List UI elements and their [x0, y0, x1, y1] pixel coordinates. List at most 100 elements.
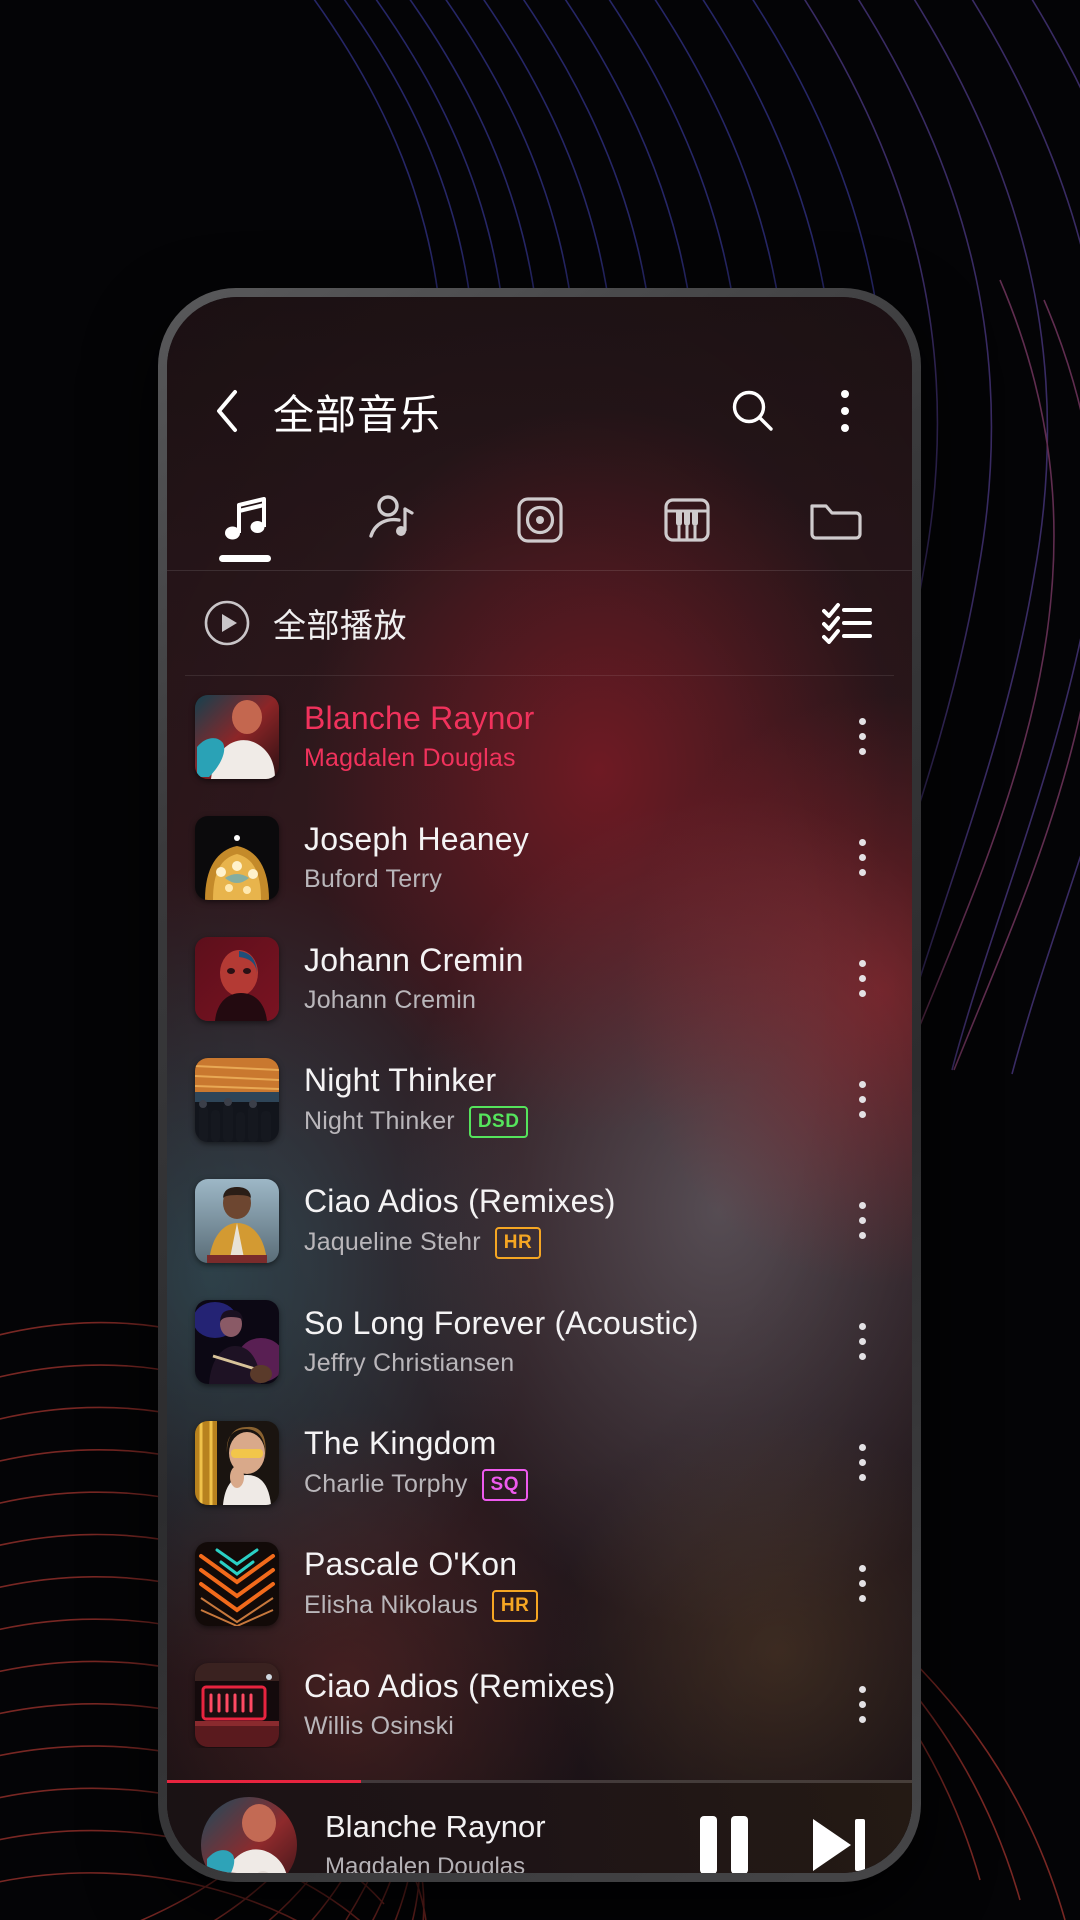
play-all-label: 全部播放	[273, 607, 407, 644]
song-subtitle-row: Buford Terry	[304, 865, 830, 894]
album-art-image	[195, 1057, 279, 1142]
song-text: Pascale O'Kon Elisha Nikolaus HR	[304, 1546, 830, 1622]
quality-badge: DSD	[468, 1105, 529, 1138]
page-title: 全部音乐	[273, 392, 441, 438]
album-art-image	[195, 1299, 279, 1384]
song-album-art	[195, 1420, 279, 1505]
tab-active-indicator	[218, 555, 271, 562]
genre-piano-icon	[664, 498, 710, 542]
tab-folders[interactable]	[761, 470, 908, 570]
mini-player-text: Blanche Raynor Magdalen Douglas	[325, 1809, 688, 1873]
play-circle-icon	[204, 600, 250, 646]
song-subtitle-row: Night Thinker DSD	[304, 1105, 830, 1138]
song-title: Ciao Adios (Remixes)	[304, 1182, 616, 1219]
song-album-art	[195, 1057, 279, 1142]
playback-progress-fill	[167, 1780, 361, 1783]
song-row[interactable]: The Kingdom Charlie Torphy SQ	[167, 1402, 912, 1523]
song-overflow-button[interactable]	[830, 1408, 894, 1518]
tab-songs[interactable]	[171, 470, 318, 570]
more-vertical-icon	[841, 390, 849, 432]
mini-player[interactable]: Blanche Raynor Magdalen Douglas	[167, 1780, 912, 1873]
song-overflow-button[interactable]	[830, 803, 894, 913]
play-all-row[interactable]: 全部播放	[167, 571, 912, 675]
song-overflow-button[interactable]	[830, 924, 894, 1034]
song-album-art	[195, 1662, 279, 1747]
more-vertical-icon	[858, 839, 866, 876]
pause-button[interactable]	[688, 1809, 760, 1873]
more-vertical-icon	[858, 1202, 866, 1239]
album-art-image	[195, 694, 279, 779]
song-row[interactable]: Ciao Adios (Remixes) Willis Osinski	[167, 1644, 912, 1748]
song-overflow-button[interactable]	[830, 1166, 894, 1276]
song-album-art	[195, 1541, 279, 1626]
song-row[interactable]: Blanche Raynor Magdalen Douglas	[167, 676, 912, 797]
quality-badge: HR	[491, 1589, 539, 1622]
mini-player-album-art[interactable]	[201, 1797, 297, 1873]
album-art-image	[195, 815, 279, 900]
folder-icon	[810, 504, 862, 540]
song-artist: Jeffry Christiansen	[304, 1349, 515, 1377]
song-artist: Buford Terry	[304, 865, 443, 893]
song-overflow-button[interactable]	[830, 1045, 894, 1155]
quality-badge: HR	[494, 1226, 542, 1259]
tab-artists[interactable]	[318, 470, 465, 570]
song-title: Ciao Adios (Remixes)	[304, 1668, 616, 1704]
more-vertical-icon	[858, 1081, 866, 1118]
song-row[interactable]: Pascale O'Kon Elisha Nikolaus HR	[167, 1523, 912, 1644]
play-all-left[interactable]: 全部播放	[203, 599, 407, 647]
song-overflow-button[interactable]	[830, 1650, 894, 1749]
mini-player-controls	[688, 1809, 874, 1873]
song-title: Blanche Raynor	[304, 700, 535, 736]
song-text: Night Thinker Night Thinker DSD	[304, 1062, 830, 1138]
song-row[interactable]: Ciao Adios (Remixes) Jaqueline Stehr HR	[167, 1160, 912, 1281]
song-text: So Long Forever (Acoustic) Jeffry Christi…	[304, 1305, 830, 1378]
tab-albums[interactable]	[466, 470, 613, 570]
song-artist: Charlie Torphy	[304, 1470, 468, 1498]
overflow-menu-button[interactable]	[816, 382, 874, 440]
song-artist: Jaqueline Stehr	[304, 1228, 481, 1256]
search-button[interactable]	[724, 382, 782, 440]
music-note-icon	[224, 497, 266, 540]
album-disc-icon	[516, 497, 563, 543]
song-subtitle-row: Elisha Nikolaus HR	[304, 1589, 830, 1622]
song-title: Night Thinker	[304, 1061, 497, 1098]
back-button[interactable]	[203, 387, 251, 435]
next-track-button[interactable]	[802, 1809, 874, 1873]
song-row[interactable]: Joseph Heaney Buford Terry	[167, 797, 912, 918]
song-row[interactable]: Night Thinker Night Thinker DSD	[167, 1039, 912, 1160]
song-text: Joseph Heaney Buford Terry	[304, 821, 830, 894]
song-overflow-button[interactable]	[830, 1529, 894, 1639]
song-title: The Kingdom	[304, 1424, 497, 1461]
album-art-image	[195, 1420, 279, 1505]
song-title: Pascale O'Kon	[304, 1545, 518, 1582]
more-vertical-icon	[858, 1444, 866, 1481]
album-art-image	[195, 1662, 279, 1747]
song-overflow-button[interactable]	[830, 1287, 894, 1397]
song-subtitle-row: Magdalen Douglas	[304, 744, 830, 773]
phone-device-frame: 全部音乐 全部播放 Blanche Raynor Magdalen Dougla…	[158, 288, 921, 1882]
song-artist: Night Thinker	[304, 1107, 455, 1135]
song-title: Joseph Heaney	[304, 821, 529, 857]
more-vertical-icon	[858, 1565, 866, 1602]
song-title: Johann Cremin	[304, 942, 524, 978]
multi-select-button[interactable]	[822, 602, 872, 644]
song-list[interactable]: Blanche Raynor Magdalen Douglas Joseph He…	[167, 676, 912, 1748]
song-overflow-button[interactable]	[830, 682, 894, 792]
tab-genres[interactable]	[613, 470, 760, 570]
album-art-image	[201, 1797, 297, 1873]
search-icon	[732, 390, 773, 431]
quality-badge: SQ	[481, 1468, 528, 1501]
song-text: Ciao Adios (Remixes) Jaqueline Stehr HR	[304, 1183, 830, 1259]
tab-bar	[167, 470, 912, 570]
artist-icon	[369, 495, 414, 538]
album-art-image	[195, 1541, 279, 1626]
song-row[interactable]: So Long Forever (Acoustic) Jeffry Christi…	[167, 1281, 912, 1402]
mini-player-artist: Magdalen Douglas	[325, 1853, 526, 1873]
album-art-image	[195, 936, 279, 1021]
song-text: Ciao Adios (Remixes) Willis Osinski	[304, 1668, 830, 1741]
album-art-image	[195, 1178, 279, 1263]
phone-screen: 全部音乐 全部播放 Blanche Raynor Magdalen Dougla…	[167, 297, 912, 1873]
playback-progress-track[interactable]	[167, 1780, 912, 1783]
pause-icon	[700, 1816, 748, 1873]
song-row[interactable]: Johann Cremin Johann Cremin	[167, 918, 912, 1039]
